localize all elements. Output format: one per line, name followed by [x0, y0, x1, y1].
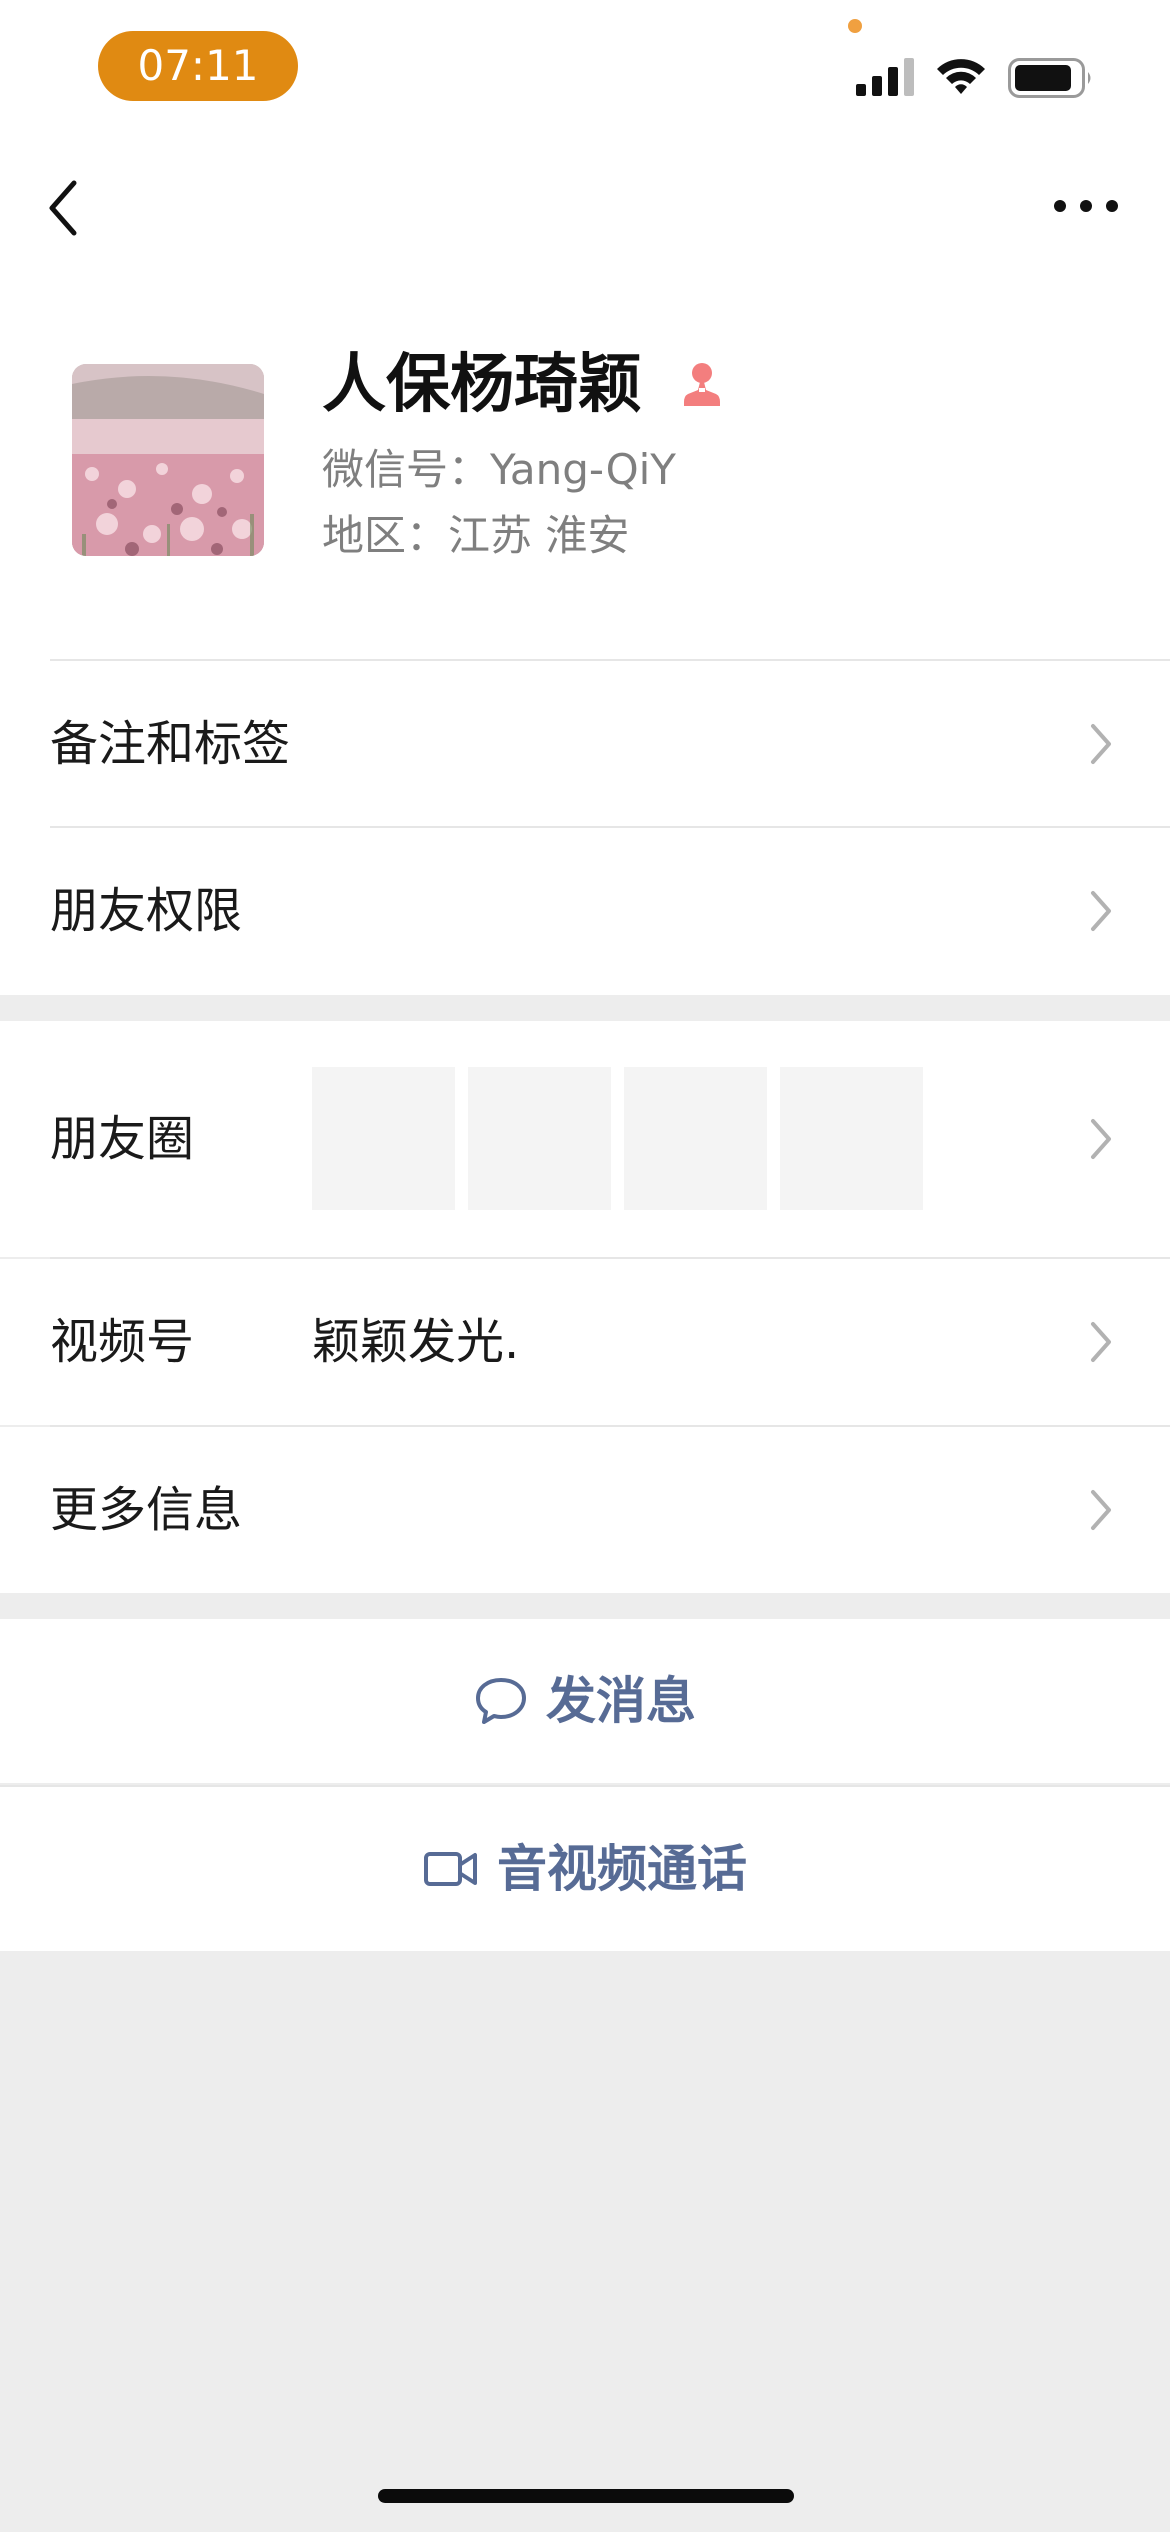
display-name: 人保杨琦颖 — [322, 348, 642, 422]
signal-icon — [856, 58, 914, 96]
chevron-right-icon — [1091, 1119, 1111, 1159]
row-label: 更多信息 — [50, 1482, 243, 1538]
moments-thumbnail — [780, 1067, 923, 1210]
friend-permissions-row[interactable]: 朋友权限 — [0, 828, 1170, 994]
send-message-button[interactable]: 发消息 — [0, 1619, 1170, 1783]
row-label: 备注和标签 — [50, 716, 291, 772]
send-message-label: 发消息 — [546, 1672, 696, 1730]
home-indicator — [378, 2489, 794, 2503]
female-icon — [684, 363, 720, 406]
av-call-label: 音视频通话 — [497, 1840, 747, 1898]
channels-row[interactable]: 视频号 颖颖发光. — [0, 1259, 1170, 1425]
channel-name: 颖颖发光. — [312, 1314, 520, 1370]
battery-icon — [1008, 58, 1091, 98]
chevron-right-icon — [1091, 724, 1111, 764]
wechat-id: 微信号：Yang-QiY — [322, 445, 676, 494]
moments-thumbnail — [312, 1067, 455, 1210]
chevron-right-icon — [1091, 891, 1111, 931]
region: 地区：江苏 淮安 — [322, 511, 630, 560]
more-dots-icon[interactable] — [1050, 190, 1122, 222]
status-time: 07:11 — [98, 31, 298, 101]
section-gap — [0, 1593, 1170, 1619]
more-info-row[interactable]: 更多信息 — [0, 1427, 1170, 1593]
av-call-button[interactable]: 音视频通话 — [0, 1787, 1170, 1951]
moments-thumbnail — [468, 1067, 611, 1210]
chevron-left-icon[interactable] — [40, 175, 90, 241]
row-label: 朋友圈 — [50, 1111, 195, 1167]
privacy-indicator-dot — [848, 19, 862, 33]
video-camera-icon — [424, 1852, 477, 1886]
chevron-right-icon — [1091, 1490, 1111, 1530]
row-label: 朋友权限 — [50, 883, 243, 939]
moments-thumbnail — [624, 1067, 767, 1210]
wifi-icon — [937, 59, 985, 94]
remark-and-tags-row[interactable]: 备注和标签 — [0, 661, 1170, 827]
row-label: 视频号 — [50, 1314, 195, 1370]
chevron-right-icon — [1091, 1322, 1111, 1362]
avatar[interactable] — [72, 364, 264, 556]
chat-bubble-icon — [476, 1678, 526, 1724]
section-gap — [0, 995, 1170, 1021]
